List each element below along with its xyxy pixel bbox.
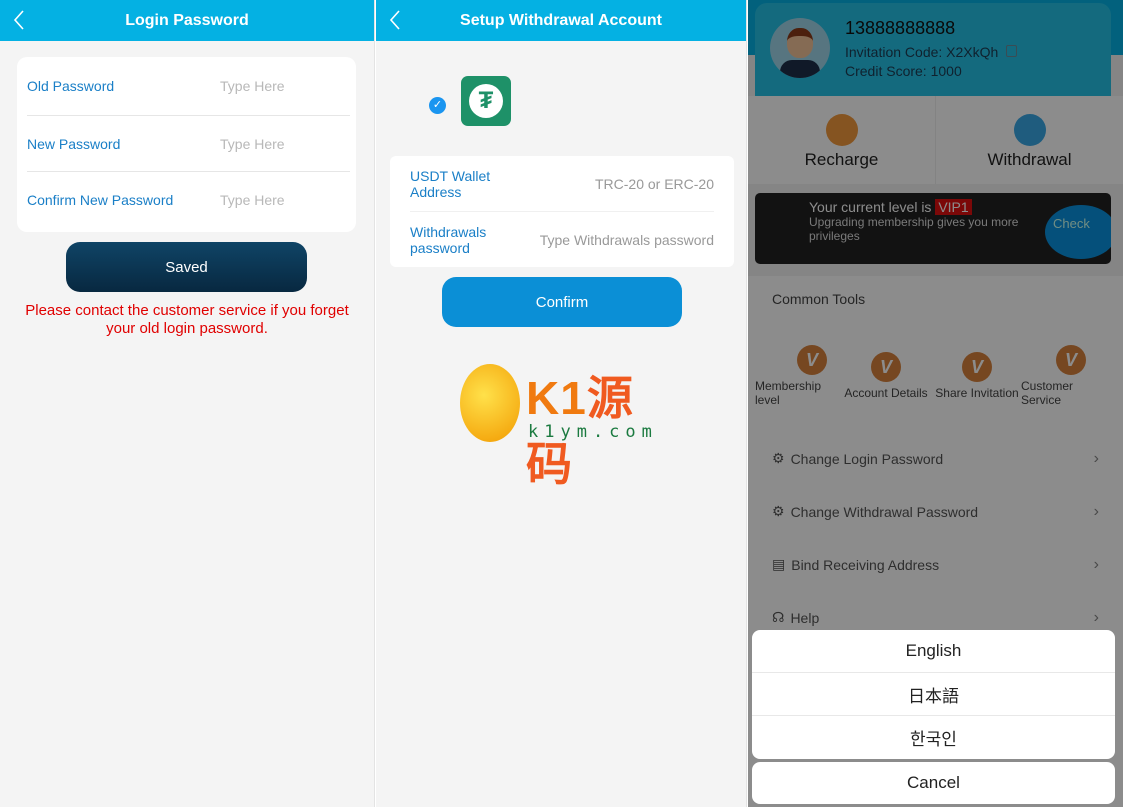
old-password-input[interactable]: Type Here bbox=[220, 78, 350, 94]
login-password-screen: Login Password Old Password Type Here New… bbox=[0, 0, 375, 807]
language-option-japanese[interactable]: 日本語 bbox=[752, 673, 1115, 716]
header: Login Password bbox=[0, 0, 374, 41]
back-arrow-icon[interactable] bbox=[388, 9, 402, 31]
withdrawal-form: USDT Wallet Address TRC-20 or ERC-20 With… bbox=[390, 156, 734, 267]
language-option-korean[interactable]: 한국인 bbox=[752, 716, 1115, 759]
withdrawal-password-input[interactable]: Type Withdrawals password bbox=[540, 232, 714, 248]
password-form: Old Password Type Here New Password Type H… bbox=[17, 57, 356, 232]
language-action-sheet: English 日本語 한국인 bbox=[752, 630, 1115, 759]
confirm-password-label: Confirm New Password bbox=[27, 192, 174, 208]
wallet-address-input[interactable]: TRC-20 or ERC-20 bbox=[595, 176, 714, 192]
withdrawal-password-label: Withdrawals password bbox=[410, 223, 487, 256]
wallet-address-label: USDT Wallet Address bbox=[410, 167, 491, 200]
new-password-label: New Password bbox=[27, 135, 121, 152]
old-password-label: Old Password bbox=[27, 78, 115, 94]
notice-text: Please contact the customer service if y… bbox=[25, 302, 349, 337]
confirm-button[interactable]: Confirm bbox=[442, 277, 682, 327]
page-title: Login Password bbox=[125, 11, 249, 29]
header: Setup Withdrawal Account bbox=[376, 0, 746, 41]
new-password-input[interactable]: Type Here bbox=[220, 136, 350, 152]
profile-screen: 13888888888 Invitation Code: X2XkQh Cred… bbox=[748, 0, 1123, 807]
watermark-logo: K1源码 k1ym.com bbox=[460, 362, 670, 490]
selected-check-icon[interactable]: ✓ bbox=[429, 97, 446, 114]
confirm-password-input[interactable]: Type Here bbox=[220, 192, 350, 208]
page-title: Setup Withdrawal Account bbox=[460, 11, 662, 29]
cancel-button[interactable]: Cancel bbox=[752, 762, 1115, 804]
cancel-sheet: Cancel bbox=[752, 762, 1115, 804]
saved-button[interactable]: Saved bbox=[66, 242, 307, 292]
withdrawal-account-screen: Setup Withdrawal Account ✓ ₮ USDT Wallet… bbox=[376, 0, 747, 807]
back-arrow-icon[interactable] bbox=[12, 9, 26, 31]
usdt-tether-icon[interactable]: ₮ bbox=[461, 76, 511, 126]
language-option-english[interactable]: English bbox=[752, 630, 1115, 673]
